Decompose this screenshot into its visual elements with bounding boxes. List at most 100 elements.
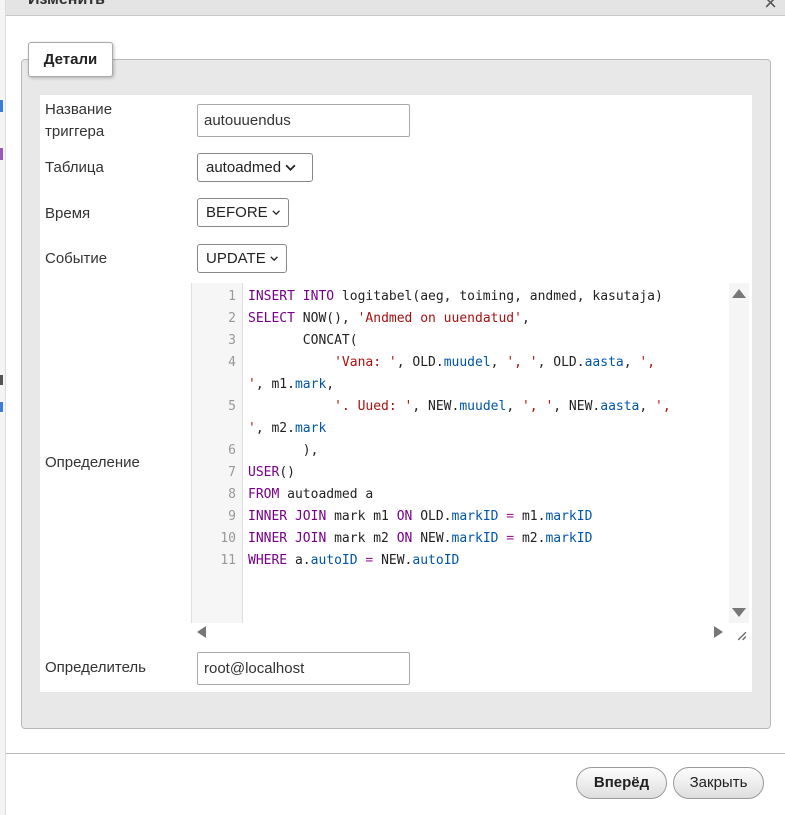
code-token: markID [545,509,593,524]
line-number: 8 [228,487,236,502]
line-number: 3 [228,333,236,348]
line-number: 2 [228,311,236,326]
close-button[interactable]: Закрыть [673,767,764,799]
code-token: ', ' [506,355,538,370]
table-select[interactable]: autoadmed [197,153,313,182]
code-token: SELECT [248,311,303,326]
code-token: NEW. [420,531,452,546]
code-token: markID [451,531,499,546]
code-token: logitabel(aeg, toiming, andmed, kasutaja… [341,289,663,304]
code-token: '. Uued: ' [248,399,413,414]
code-line: 'Vana: ', OLD.muudel, ', ', OLD.aasta, '… [248,352,655,374]
code-token: = [357,553,382,568]
time-select[interactable]: BEFORE [197,198,289,227]
chevron-down-icon [272,210,280,216]
line-number: 4 [228,355,236,370]
background-page-strip [0,0,6,815]
scroll-up-arrow-icon[interactable] [732,289,746,298]
trigger-name-label: Название триггера [45,101,113,140]
code-token: , [490,355,507,370]
table-label: Таблица [45,159,104,176]
scroll-down-arrow-icon[interactable] [732,608,746,617]
code-token: 'Andmed on uuendatud' [357,311,522,326]
code-token: USER [248,465,280,480]
code-token: autoadmed a [287,487,374,502]
code-token: ON [396,509,421,524]
code-token: WHERE [248,553,295,568]
code-token: mark m2 [334,531,397,546]
event-label: Событие [45,250,108,267]
code-token: m2. [521,531,546,546]
code-token: autoID [310,553,358,568]
code-token: NEW. [381,553,413,568]
close-icon[interactable]: × [764,0,777,15]
code-token: ', [655,399,671,414]
chevron-down-icon [270,256,278,262]
code-token: , [639,399,656,414]
code-token: , [326,377,335,392]
go-button[interactable]: Вперёд [576,767,667,799]
code-line: INSERT INTO logitabel(aeg, toiming, andm… [248,286,663,308]
code-token: mark [294,421,327,436]
horizontal-scrollbar[interactable] [191,623,729,643]
code-line: ), [248,440,319,462]
code-token: autoID [412,553,460,568]
code-token: a. [294,553,311,568]
dialog-title: Изменить [28,0,105,9]
time-label: Время [45,205,91,222]
code-token: () [279,465,295,480]
code-token: ', ' [521,399,554,414]
code-line: WHERE a.autoID = NEW.autoID [248,550,459,572]
code-token: , m2. [255,421,295,436]
code-token: muudel [459,399,507,414]
code-token: CONCAT( [248,333,358,348]
code-token: , [521,311,530,326]
code-token: , m1. [255,377,295,392]
line-number: 1 [228,289,236,304]
chevron-down-icon [285,164,296,171]
scroll-left-arrow-icon[interactable] [197,626,206,638]
time-select-value: BEFORE [206,204,268,221]
code-token: muudel [443,355,491,370]
code-line: CONCAT( [248,330,358,352]
resize-handle-icon[interactable] [736,630,747,641]
code-token: INNER JOIN [248,509,335,524]
line-number: 6 [228,443,236,458]
event-select-value: UPDATE [206,250,266,267]
code-token: ', [639,355,656,370]
code-token: , NEW. [553,399,601,414]
code-line: SELECT NOW(), 'Andmed on uuendatud', [248,308,530,330]
code-token: m1. [521,509,546,524]
code-editor[interactable]: 1 2 3 4 5 6 7 8 9 10 11 INSERT INTO logitabel(aeg,… [191,283,749,623]
code-token: , [623,355,640,370]
line-number: 10 [220,531,236,546]
code-token: markID [545,531,593,546]
line-number: 7 [228,465,236,480]
code-token: mark [294,377,327,392]
code-token: OLD. [420,509,452,524]
trigger-name-input[interactable] [197,104,410,137]
code-token: INSERT INTO [248,289,342,304]
code-line: ', m2.mark [248,418,326,440]
code-token: aasta [584,355,624,370]
vertical-scrollbar[interactable] [729,283,749,623]
line-number: 9 [228,509,236,524]
code-line: INNER JOIN mark m2 ON NEW.markID = m2.ma… [248,528,592,550]
code-line: FROM autoadmed a [248,484,373,506]
code-token: ON [396,531,421,546]
code-token: NOW(), [302,311,358,326]
code-token: FROM [248,487,288,502]
code-token: ' [248,377,256,392]
code-token: , NEW. [412,399,460,414]
scroll-right-arrow-icon[interactable] [714,626,723,638]
details-legend: Детали [28,42,113,77]
definition-label: Определение [45,454,140,471]
code-token: ' [248,421,256,436]
code-token: aasta [600,399,640,414]
footer-divider [6,753,785,754]
definer-label: Определитель [45,659,146,676]
event-select[interactable]: UPDATE [197,244,287,273]
definer-input[interactable] [197,652,410,685]
code-line: '. Uued: ', NEW.muudel, ', ', NEW.aasta,… [248,396,671,418]
code-token: markID [451,509,499,524]
